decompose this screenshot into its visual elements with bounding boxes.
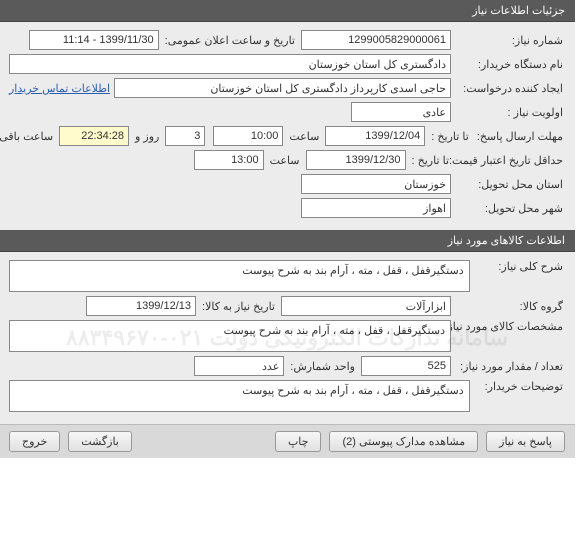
goods-info-header: اطلاعات کالاهای مورد نیاز — [0, 230, 576, 252]
reply-button[interactable]: پاسخ به نیاز — [487, 431, 566, 452]
contact-link[interactable]: اطلاعات تماس خریدار — [10, 82, 111, 95]
deadline-time-field[interactable] — [214, 126, 284, 146]
label-need-by-date: تاریخ نیاز به کالا: — [201, 300, 278, 313]
label-goods-spec: مشخصات کالای مورد نیاز: — [456, 320, 566, 333]
print-button[interactable]: چاپ — [276, 431, 323, 452]
label-priority: اولویت نیاز : — [456, 106, 566, 119]
creator-field[interactable] — [115, 78, 452, 98]
goods-info-title: اطلاعات کالاهای مورد نیاز — [449, 235, 566, 247]
label-until-date-2: تا تاریخ : — [411, 154, 452, 167]
need-info-header: جزئیات اطلاعات نیاز — [0, 0, 576, 22]
min-valid-time-field[interactable] — [195, 150, 265, 170]
deadline-date-field[interactable] — [326, 126, 426, 146]
label-need-number: شماره نیاز: — [456, 34, 566, 47]
need-by-date-field[interactable] — [87, 296, 197, 316]
days-left-field[interactable] — [166, 126, 206, 146]
qty-field[interactable] — [362, 356, 452, 376]
goods-spec-field[interactable] — [10, 320, 452, 352]
label-buyer-org: نام دستگاه خریدار: — [456, 58, 566, 71]
exit-button[interactable]: خروج — [10, 431, 61, 452]
need-number-field[interactable] — [302, 30, 452, 50]
label-creator: ایجاد کننده درخواست: — [456, 82, 566, 95]
label-time-left: ساعت باقی مانده — [0, 130, 56, 143]
action-bar: پاسخ به نیاز مشاهده مدارک پیوستی (2) چاپ… — [0, 424, 576, 458]
back-button[interactable]: بازگشت — [69, 431, 133, 452]
label-goods-group: گروه کالا: — [456, 300, 566, 313]
unit-field[interactable] — [195, 356, 285, 376]
buyer-notes-field[interactable] — [10, 380, 471, 412]
goods-info-body: سامانه تدارکات الکترونیکی دولت ۰۲۱-۸۸۳۴۹… — [0, 252, 576, 424]
need-info-body: شماره نیاز: تاریخ و ساعت اعلان عمومی: نا… — [0, 22, 576, 230]
label-unit: واحد شمارش: — [289, 360, 358, 373]
need-desc-field[interactable] — [10, 260, 471, 292]
attachments-button[interactable]: مشاهده مدارک پیوستی (2) — [330, 431, 479, 452]
city-field[interactable] — [302, 198, 452, 218]
label-until-date-1: تا تاریخ : — [430, 130, 471, 143]
province-field[interactable] — [302, 174, 452, 194]
clock-left-field[interactable] — [60, 126, 130, 146]
label-time-1: ساعت — [288, 130, 322, 143]
label-buyer-notes: توضیحات خریدار: — [475, 380, 566, 393]
need-info-title: جزئیات اطلاعات نیاز — [473, 5, 566, 17]
label-min-valid: حداقل تاریخ اعتبار قیمت: — [456, 154, 566, 167]
label-public-ann: تاریخ و ساعت اعلان عمومی: — [164, 34, 298, 47]
label-deadline: مهلت ارسال پاسخ: — [476, 130, 566, 143]
label-qty: تعداد / مقدار مورد نیاز: — [456, 360, 566, 373]
label-city: شهر محل تحویل: — [456, 202, 566, 215]
label-need-desc: شرح کلی نیاز: — [475, 260, 566, 273]
public-ann-date-field[interactable] — [30, 30, 160, 50]
min-valid-date-field[interactable] — [307, 150, 407, 170]
goods-group-field[interactable] — [282, 296, 452, 316]
label-time-2: ساعت — [269, 154, 303, 167]
priority-field[interactable] — [352, 102, 452, 122]
label-days-and: روز و — [134, 130, 162, 143]
buyer-org-field[interactable] — [10, 54, 452, 74]
label-province: استان محل تحویل: — [456, 178, 566, 191]
